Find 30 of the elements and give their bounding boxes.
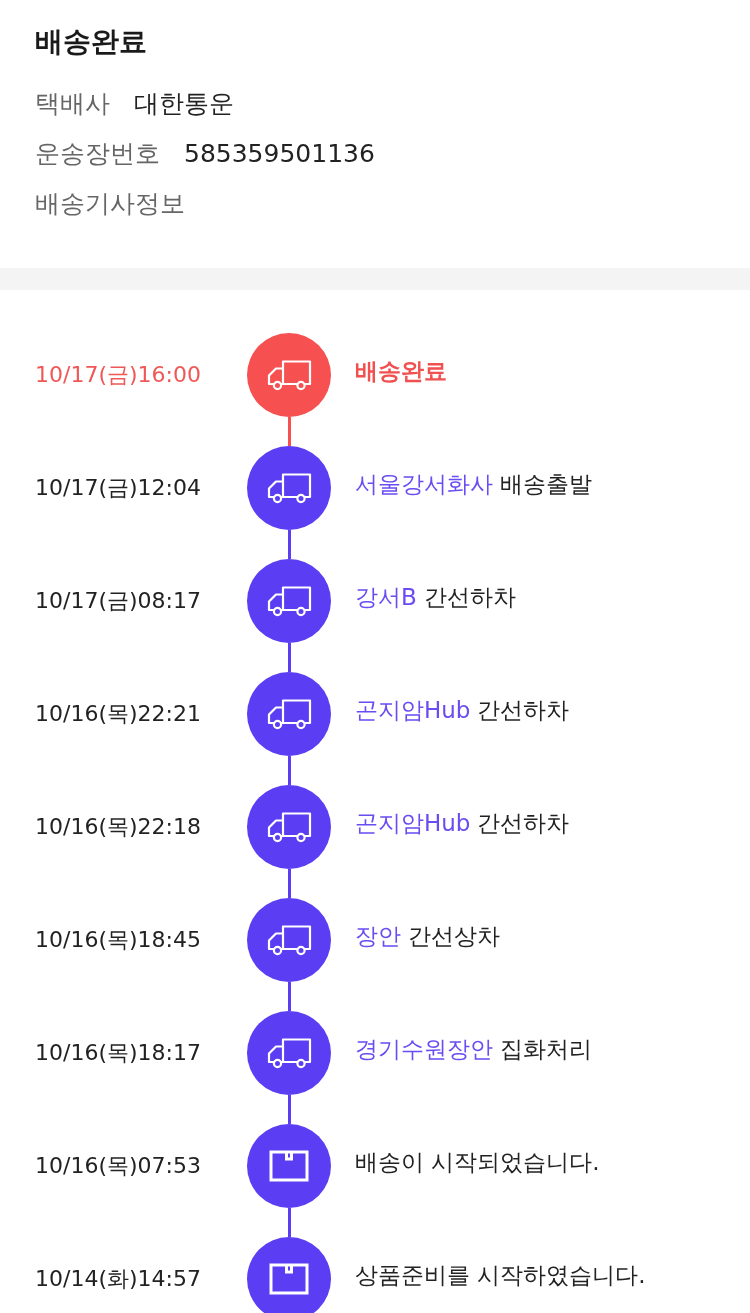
- location-text: 강서B: [355, 582, 417, 612]
- location-text: 곤지암Hub: [355, 808, 471, 838]
- event-status-text: 집화처리: [500, 1034, 592, 1064]
- event-status-text: 배송출발: [500, 469, 592, 499]
- location-text: 곤지암Hub: [355, 695, 471, 725]
- event-status-text: 간선상차: [408, 921, 500, 951]
- event-time: 10/16(목)07:53: [35, 1152, 201, 1180]
- event-time: 10/17(금)12:04: [35, 474, 201, 502]
- location-text: 장안: [355, 921, 401, 951]
- field-label: 운송장번호: [35, 137, 160, 170]
- event-time: 10/16(목)22:21: [35, 700, 201, 728]
- event-time: 10/17(금)08:17: [35, 587, 201, 615]
- event-time: 10/17(금)16:00: [35, 361, 201, 389]
- field-label: 배송기사정보: [35, 187, 185, 220]
- field-label: 택배사: [35, 87, 110, 120]
- event-time: 10/16(목)22:18: [35, 813, 201, 841]
- event-time: 10/16(목)18:17: [35, 1039, 201, 1067]
- location-text: 경기수원장안: [355, 1034, 493, 1064]
- event-time: 10/16(목)18:45: [35, 926, 201, 954]
- event-status-text: 간선하차: [423, 582, 516, 612]
- field-value: 대한통운: [134, 87, 234, 120]
- event-status-text: 상품준비를 시작하였습니다.: [355, 1260, 646, 1290]
- location-text: 서울강서화사: [355, 469, 493, 499]
- event-time: 10/14(화)14:57: [35, 1265, 201, 1293]
- delivery-status-title: 배송완료: [35, 25, 147, 59]
- event-status-text: 배송이 시작되었습니다.: [355, 1147, 600, 1177]
- event-status-text: 간선하차: [477, 808, 570, 838]
- event-status-text: 배송완료: [355, 356, 447, 386]
- field-value: 585359501136: [184, 138, 375, 168]
- event-status-text: 간선하차: [477, 695, 570, 725]
